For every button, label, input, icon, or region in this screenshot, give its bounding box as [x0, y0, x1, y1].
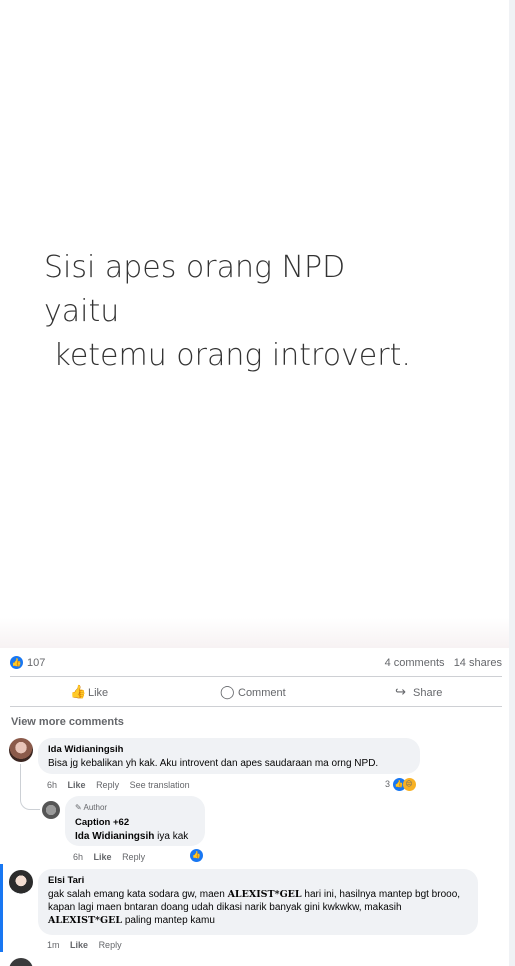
comment-like-button[interactable]: Like — [94, 852, 112, 862]
meme-text: Sisi apes orang NPD yaitu ketemu orang i… — [44, 246, 411, 378]
brand-text: ALEXIST*GEL — [48, 915, 123, 926]
share-label: Share — [413, 687, 443, 699]
stats-right: 4 comments 14 shares — [385, 657, 502, 669]
commenter-name[interactable]: Caption +62 — [75, 816, 195, 829]
reaction-count: 3 — [385, 778, 391, 789]
comment-like-button[interactable]: Like — [70, 940, 88, 950]
comments-count[interactable]: 4 comments — [385, 657, 445, 669]
comment-like-button[interactable]: Like — [68, 780, 86, 790]
post-stats: 👍 107 4 comments 14 shares — [10, 654, 502, 672]
post-image[interactable]: Sisi apes orang NPD yaitu ketemu orang i… — [0, 0, 509, 648]
comment-reply-button[interactable]: Reply — [99, 940, 122, 950]
avatar[interactable] — [42, 801, 60, 819]
comment-text: iya kak — [154, 831, 189, 842]
image-bottom-fade — [0, 618, 509, 648]
comment-text-part: paling mantep kamu — [122, 915, 215, 926]
comment-bubble: Elsi Tari gak salah emang kata sodara gw… — [38, 869, 478, 935]
avatar[interactable] — [9, 958, 33, 966]
like-count[interactable]: 107 — [27, 657, 45, 669]
post-actions: 👍 Like ◯ Comment ↪ Share — [10, 676, 502, 707]
comment-meta: 6h Like Reply See translation — [47, 780, 198, 790]
like-label: Like — [88, 687, 109, 699]
comment-reactions[interactable]: 3 👍 ☹ — [385, 778, 416, 791]
scrollbar[interactable] — [509, 0, 515, 966]
brand-text: ALEXIST*GEL — [227, 889, 302, 900]
share-button[interactable]: ↪ Share — [395, 684, 442, 700]
comment-bubble: Ida Widianingsih Bisa jg kebalikan yh ka… — [38, 738, 420, 774]
comment-reactions[interactable]: 👍 — [190, 849, 203, 862]
like-button[interactable]: 👍 Like — [70, 684, 108, 700]
comment-icon: ◯ — [220, 684, 235, 699]
commenter-name[interactable]: Ida Widianingsih — [48, 743, 410, 756]
comment-meta: 6h Like Reply — [73, 852, 153, 862]
avatar[interactable] — [9, 870, 33, 894]
comment-meta: 1m Like Reply — [47, 940, 130, 950]
share-icon: ↪ — [395, 684, 406, 699]
comment-time[interactable]: 1m — [47, 940, 60, 950]
comment-time[interactable]: 6h — [47, 780, 57, 790]
shares-count[interactable]: 14 shares — [454, 657, 502, 669]
mention-link[interactable]: Ida Widianingsih — [75, 831, 154, 842]
thumbs-up-icon: 👍 — [70, 684, 87, 699]
author-badge: ✎ Author — [75, 803, 108, 812]
view-more-comments[interactable]: View more comments — [11, 716, 124, 728]
comment-time[interactable]: 6h — [73, 852, 83, 862]
author-badge-label: Author — [83, 803, 108, 812]
meme-line-1: Sisi apes orang NPD — [44, 250, 346, 285]
like-reaction-icon: 👍 — [190, 849, 203, 862]
reply-bubble: ✎ Author Caption +62 Ida Widianingsih iy… — [65, 796, 205, 846]
avatar[interactable] — [9, 738, 33, 762]
meme-line-2: yaitu — [44, 294, 120, 329]
commenter-name[interactable]: Elsi Tari — [48, 874, 468, 887]
comment-text: Bisa jg kebalikan yh kak. Aku introvent … — [48, 758, 379, 769]
comment-label: Comment — [238, 687, 286, 699]
highlight-bar — [0, 864, 3, 952]
reply-thread-line — [20, 764, 40, 810]
comment-text-part: gak salah emang kata sodara gw, maen — [48, 889, 228, 900]
comment-reply-button[interactable]: Reply — [122, 852, 145, 862]
like-reaction-icon[interactable]: 👍 — [10, 656, 23, 669]
sad-reaction-icon: ☹ — [402, 778, 416, 791]
comment-reply-button[interactable]: Reply — [96, 780, 119, 790]
comment-button[interactable]: ◯ Comment — [220, 684, 286, 700]
meme-line-3: ketemu orang introvert. — [44, 338, 411, 373]
see-translation-link[interactable]: See translation — [130, 780, 190, 790]
